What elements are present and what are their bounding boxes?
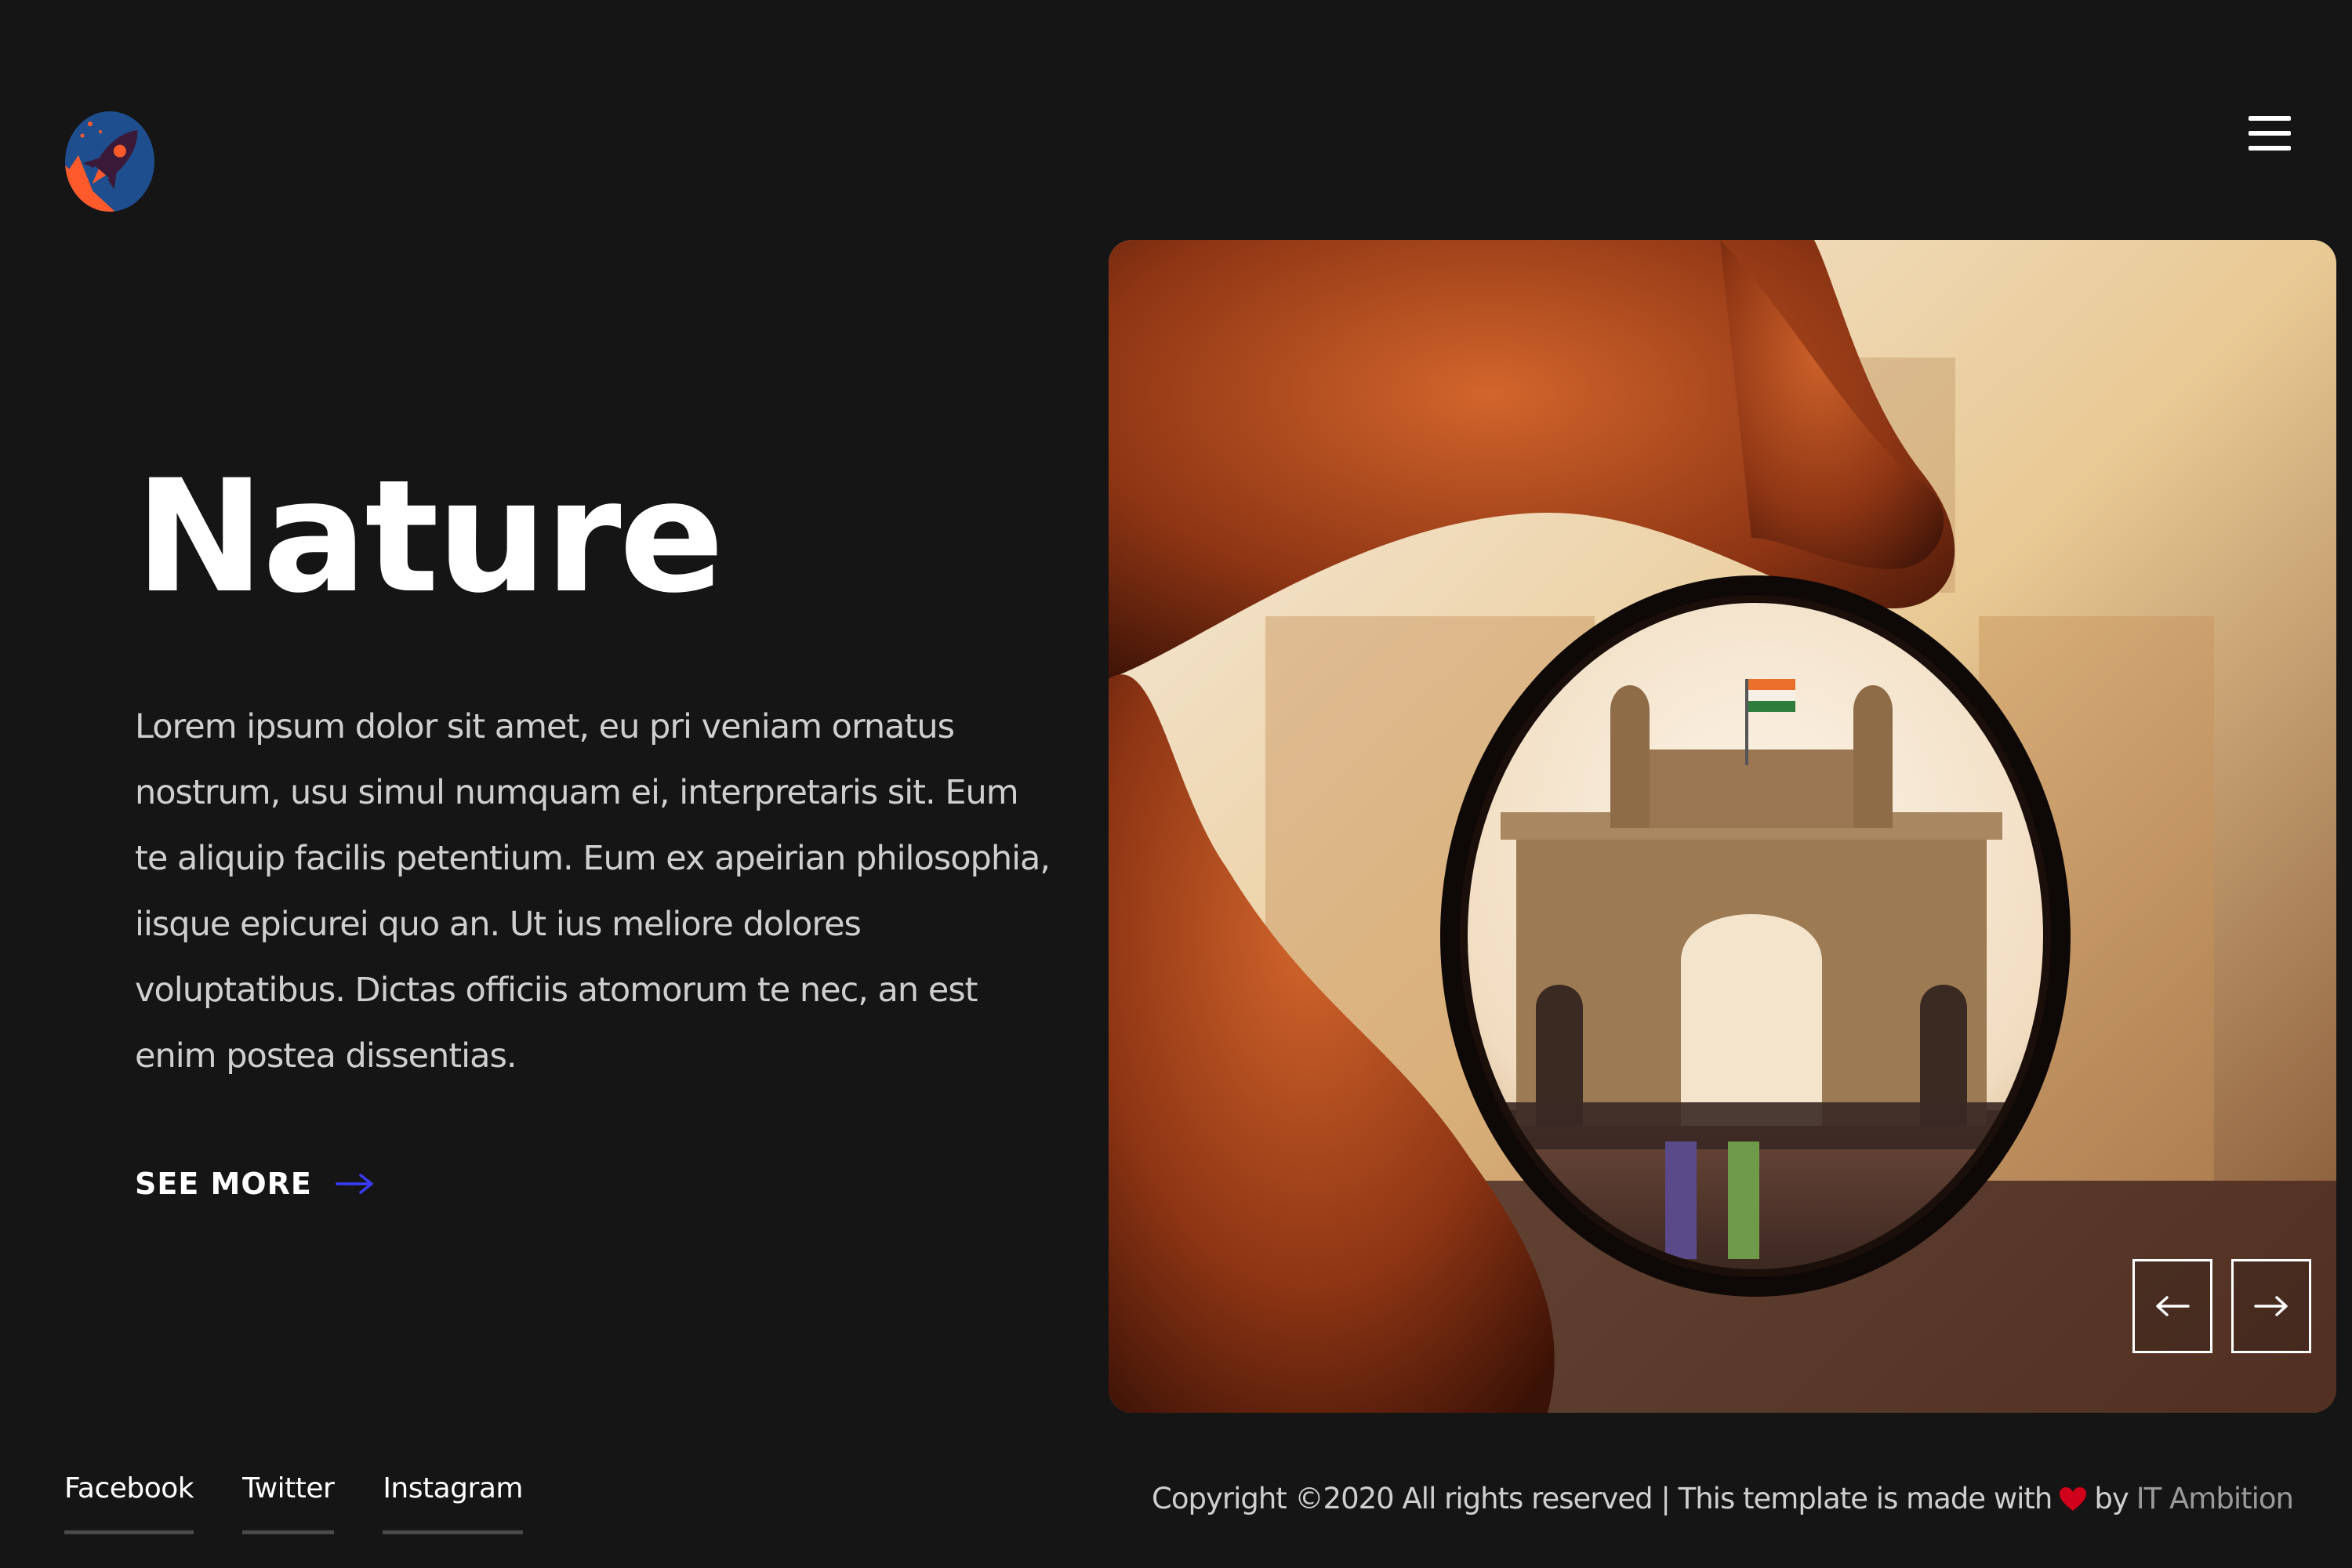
- arrow-right-icon: [336, 1174, 373, 1194]
- copyright-by: by: [2094, 1482, 2129, 1515]
- image-slider: [1109, 240, 2336, 1413]
- social-link-underline: [383, 1530, 523, 1534]
- hero-description: Lorem ipsum dolor sit amet, eu pri venia…: [135, 707, 1051, 1076]
- hamburger-icon-bar-top: [2249, 116, 2291, 121]
- slide-image: [1109, 240, 2336, 1413]
- see-more-link[interactable]: SEE MORE: [135, 1167, 375, 1201]
- arrow-left-icon: [2156, 1296, 2190, 1316]
- see-more-label: SEE MORE: [135, 1167, 312, 1201]
- slider-prev-button[interactable]: [2132, 1259, 2212, 1353]
- social-link-underline: [242, 1530, 335, 1534]
- arrow-right-icon: [2254, 1296, 2288, 1316]
- social-links: Facebook Twitter Instagram: [64, 1472, 523, 1534]
- slider-next-button[interactable]: [2231, 1259, 2311, 1353]
- copyright: Copyright ©2020 All rights reserved | Th…: [1152, 1482, 2294, 1515]
- heart-icon: [2060, 1486, 2087, 1511]
- social-link-twitter[interactable]: Twitter: [242, 1472, 335, 1534]
- author-link[interactable]: IT Ambition: [2136, 1482, 2294, 1515]
- hamburger-icon-bar-bottom: [2249, 146, 2291, 151]
- hamburger-icon-bar-middle: [2249, 131, 2291, 136]
- social-link-label: Instagram: [383, 1472, 523, 1504]
- social-link-instagram[interactable]: Instagram: [383, 1472, 523, 1534]
- page: Nature Lorem ipsum dolor sit amet, eu pr…: [0, 0, 2352, 1568]
- social-link-underline: [64, 1530, 194, 1534]
- logo[interactable]: [63, 108, 157, 214]
- rocket-icon: [65, 111, 154, 212]
- copyright-text: Copyright ©2020 All rights reserved | Th…: [1152, 1482, 2053, 1515]
- social-link-label: Facebook: [64, 1472, 194, 1504]
- social-link-facebook[interactable]: Facebook: [64, 1472, 194, 1534]
- page-title: Nature: [135, 446, 724, 627]
- menu-button[interactable]: [2242, 110, 2297, 157]
- social-link-label: Twitter: [242, 1472, 335, 1504]
